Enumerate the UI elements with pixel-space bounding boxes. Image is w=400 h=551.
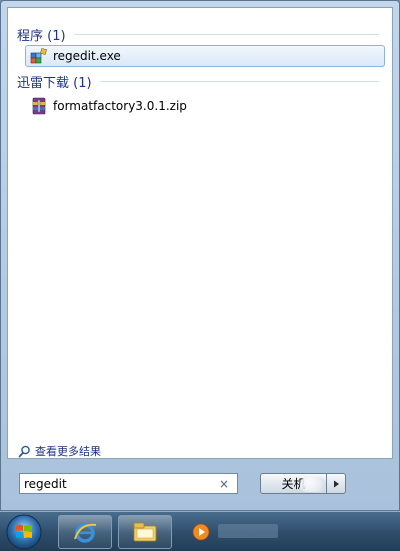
- cursor-highlight: [300, 477, 326, 492]
- search-icon: [18, 445, 30, 457]
- media-player-icon: [192, 523, 210, 541]
- see-more-results-label: 查看更多结果: [35, 445, 101, 458]
- taskbar-button-ie[interactable]: [58, 515, 112, 549]
- taskbar: [0, 511, 400, 551]
- group-divider: [99, 80, 379, 82]
- result-item-formatfactory[interactable]: formatfactory3.0.1.zip: [25, 95, 385, 117]
- file-explorer-icon: [133, 522, 157, 542]
- result-item-label: regedit.exe: [53, 49, 121, 63]
- start-button[interactable]: [4, 513, 44, 551]
- clear-search-button[interactable]: ×: [214, 477, 234, 491]
- taskbar-blurred-label: [218, 524, 278, 538]
- chevron-right-icon: [333, 480, 339, 487]
- winrar-archive-icon: [30, 97, 48, 115]
- regedit-icon: [30, 47, 48, 65]
- taskbar-button-media[interactable]: [188, 515, 214, 549]
- result-item-regedit[interactable]: regedit.exe: [25, 45, 385, 67]
- search-input[interactable]: [20, 474, 214, 493]
- see-more-results-link[interactable]: 查看更多结果: [18, 442, 101, 460]
- shutdown-options-button[interactable]: [326, 473, 346, 494]
- shutdown-button[interactable]: 关机: [260, 473, 326, 494]
- shutdown-group: 关机: [260, 473, 346, 494]
- result-item-label: formatfactory3.0.1.zip: [53, 99, 187, 113]
- group-header-downloads-label: 迅雷下载 (1): [17, 75, 92, 91]
- taskbar-button-explorer[interactable]: [118, 515, 172, 549]
- search-box: ×: [19, 473, 238, 494]
- internet-explorer-icon: [74, 523, 97, 543]
- group-header-programs[interactable]: 程序 (1): [17, 25, 385, 44]
- group-header-programs-label: 程序 (1): [17, 28, 66, 44]
- group-header-downloads[interactable]: 迅雷下载 (1): [17, 72, 385, 91]
- search-results-panel: 程序 (1) regedit.exe 迅雷下载 (1) formatfactor…: [7, 7, 393, 459]
- group-divider: [73, 33, 379, 35]
- start-menu: 程序 (1) regedit.exe 迅雷下载 (1) formatfactor…: [0, 0, 400, 511]
- windows-logo-icon: [6, 514, 42, 550]
